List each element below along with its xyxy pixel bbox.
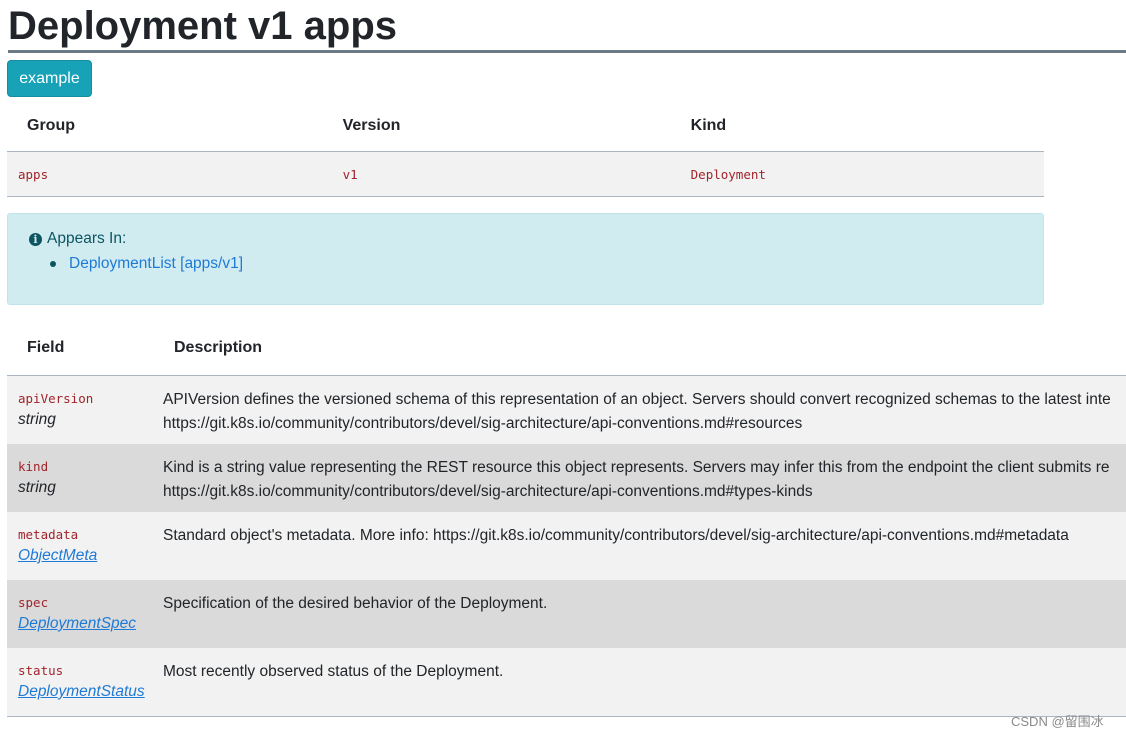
deploymentspec-type-link[interactable]: DeploymentSpec: [18, 614, 153, 634]
field-type: string: [18, 411, 56, 428]
gvk-header-row: Group Version Kind: [7, 100, 1044, 152]
bullet-icon: [50, 261, 56, 267]
group-version-kind-table: Group Version Kind apps v1 Deployment: [7, 100, 1044, 197]
field-description: APIVersion defines the versioned schema …: [163, 388, 1126, 436]
kind-header: Kind: [690, 100, 1044, 152]
field-name: apiVersion: [18, 391, 94, 406]
field-name: kind: [18, 459, 49, 474]
field-type: string: [18, 479, 56, 496]
info-circle-icon: i: [29, 232, 42, 246]
deploymentlist-link[interactable]: DeploymentList [apps/v1]: [69, 255, 243, 273]
deploymentstatus-type-link[interactable]: DeploymentStatus: [18, 682, 153, 702]
field-row-kind: kind string Kind is a string value repres…: [7, 444, 1126, 512]
version-header: Version: [342, 100, 691, 152]
page-header: Deployment v1 apps: [8, 0, 1126, 53]
description-header: Description: [153, 321, 1126, 376]
field-row-apiversion: apiVersion string APIVersion defines the …: [7, 375, 1126, 444]
fields-header-row: Field Description: [7, 321, 1126, 376]
appears-in-list: DeploymentList [apps/v1]: [50, 255, 243, 273]
field-row-spec: spec DeploymentSpec Specification of the …: [7, 580, 1126, 648]
description-line: Kind is a string value representing the …: [163, 459, 1110, 476]
field-description: Specification of the desired behavior of…: [163, 595, 548, 612]
description-line: https://git.k8s.io/community/contributor…: [163, 415, 803, 432]
description-line: https://git.k8s.io/community/contributor…: [163, 483, 813, 500]
field-description: Kind is a string value representing the …: [163, 456, 1126, 504]
group-header: Group: [7, 100, 343, 152]
kind-value: Deployment: [690, 151, 1044, 197]
field-row-metadata: metadata ObjectMeta Standard object's met…: [7, 512, 1126, 580]
field-name: spec: [18, 595, 49, 610]
group-value: apps: [7, 151, 343, 197]
appears-in-label: Appears In:: [47, 230, 127, 247]
objectmeta-type-link[interactable]: ObjectMeta: [18, 546, 153, 566]
appears-in-alert: i Appears In: DeploymentList [apps/v1]: [7, 213, 1044, 305]
field-header: Field: [7, 321, 153, 376]
example-button[interactable]: example: [7, 60, 92, 97]
field-description: Standard object's metadata. More info: h…: [163, 527, 1069, 544]
description-line: APIVersion defines the versioned schema …: [163, 391, 1111, 408]
fields-table: Field Description apiVersion string APIVe…: [7, 321, 1126, 717]
field-row-status: status DeploymentStatus Most recently obs…: [7, 648, 1126, 717]
appears-in-heading: i Appears In:: [29, 230, 126, 248]
csdn-watermark: CSDN @留围冰: [1011, 714, 1104, 729]
gvk-row: apps v1 Deployment: [7, 151, 1044, 197]
field-name: metadata: [18, 527, 79, 542]
field-description: Most recently observed status of the Dep…: [163, 663, 504, 680]
field-name: status: [18, 663, 64, 678]
page-title: Deployment v1 apps: [8, 4, 398, 48]
version-value: v1: [342, 151, 691, 197]
